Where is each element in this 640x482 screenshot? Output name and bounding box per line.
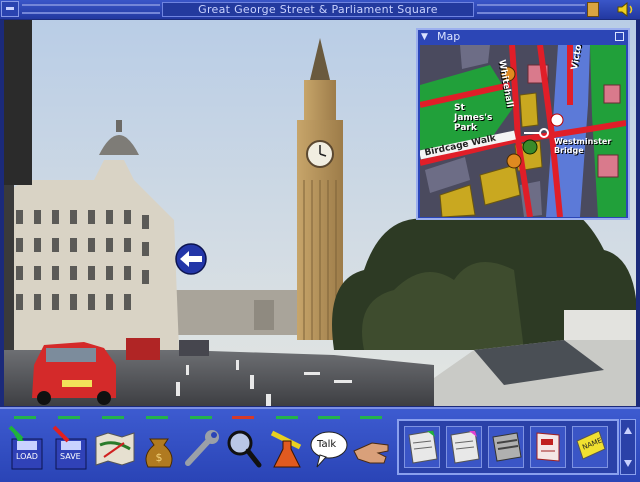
inventory-slot[interactable] bbox=[530, 426, 566, 468]
talk-button[interactable]: Talk bbox=[308, 425, 350, 471]
window-title: Great George Street & Parliament Square bbox=[162, 2, 474, 17]
title-bar-decoration-right bbox=[477, 4, 585, 14]
save-button[interactable]: SAVE bbox=[50, 425, 92, 471]
chemistry-flask-icon bbox=[270, 430, 302, 468]
tool-indicator-active bbox=[232, 416, 254, 419]
map-title-bar[interactable]: ▼ Map bbox=[418, 30, 628, 44]
hand-button[interactable] bbox=[350, 425, 392, 471]
map-window[interactable]: ▼ Map St James's Park Whitehall Victoria… bbox=[416, 28, 630, 220]
tool-indicator bbox=[318, 416, 340, 419]
red-document-icon bbox=[536, 432, 560, 462]
magnifying-glass-button[interactable] bbox=[223, 425, 265, 471]
map-drawing bbox=[420, 45, 626, 217]
inventory-slot[interactable]: NAME bbox=[572, 426, 608, 468]
money-bag-icon: $ bbox=[145, 438, 173, 468]
title-bar-decoration-left bbox=[22, 4, 160, 14]
money-bag-button[interactable]: $ bbox=[138, 425, 180, 471]
scroll-up-icon[interactable] bbox=[623, 426, 633, 436]
svg-text:$: $ bbox=[156, 451, 163, 464]
magnifying-glass-icon bbox=[227, 430, 262, 468]
speaker-icon[interactable] bbox=[615, 2, 637, 17]
map-label-bridge: Westminster Bridge bbox=[554, 137, 612, 155]
hand-icon bbox=[353, 442, 389, 464]
map-label-park: St James's Park bbox=[454, 103, 493, 133]
newspaper-icon bbox=[492, 432, 522, 462]
tool-indicator bbox=[146, 416, 168, 419]
pink-card-icon bbox=[450, 430, 480, 464]
map-icon bbox=[95, 432, 135, 466]
title-bar: Great George Street & Parliament Square bbox=[0, 0, 640, 19]
scroll-down-icon[interactable] bbox=[623, 458, 633, 468]
tool-indicator bbox=[58, 416, 80, 419]
green-card-icon bbox=[408, 430, 438, 464]
load-label: LOAD bbox=[16, 452, 38, 461]
inventory-slot[interactable] bbox=[446, 426, 482, 468]
inventory-scrollbar[interactable] bbox=[620, 419, 636, 475]
chemistry-button[interactable] bbox=[266, 425, 308, 471]
close-button[interactable] bbox=[1, 1, 19, 17]
inventory-slot[interactable] bbox=[488, 426, 524, 468]
tool-indicator bbox=[190, 416, 212, 419]
back-arrow-icon[interactable] bbox=[174, 242, 208, 276]
load-disk-icon bbox=[8, 425, 43, 470]
spanner-button[interactable] bbox=[180, 425, 222, 471]
map-title: Map bbox=[437, 30, 461, 43]
talk-label: Talk bbox=[317, 439, 337, 450]
toolbar: LOAD SAVE $ Talk NAME bbox=[0, 407, 640, 482]
tool-indicator bbox=[276, 416, 298, 419]
tool-indicator bbox=[360, 416, 382, 419]
map-collapse-icon[interactable]: ▼ bbox=[421, 33, 431, 42]
load-button[interactable]: LOAD bbox=[6, 425, 48, 471]
inventory-slot[interactable] bbox=[404, 426, 440, 468]
map-canvas[interactable]: St James's Park Whitehall Victoria Birdc… bbox=[420, 45, 626, 217]
tool-indicator bbox=[102, 416, 124, 419]
map-tool-button[interactable] bbox=[94, 425, 136, 471]
tool-indicator bbox=[14, 416, 36, 419]
menu-icon[interactable] bbox=[587, 2, 599, 17]
save-disk-icon bbox=[52, 425, 87, 470]
map-maximize-button[interactable] bbox=[615, 32, 624, 41]
spanner-icon bbox=[185, 430, 219, 466]
inventory-panel: NAME bbox=[397, 419, 619, 475]
save-label: SAVE bbox=[60, 452, 81, 461]
